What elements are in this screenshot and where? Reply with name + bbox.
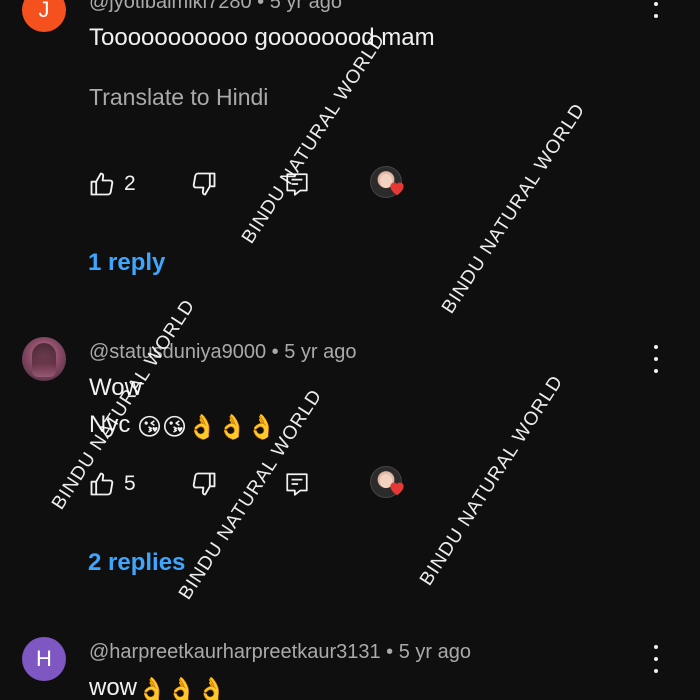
view-replies-link[interactable]: 2 replies [88,549,185,577]
ok-hand-emoji: 👌 [216,413,247,441]
avatar[interactable]: J [22,0,66,32]
more-options-icon[interactable] [648,345,664,373]
ok-hand-emoji: 👌 [137,676,167,700]
ok-hand-emoji: 👌 [196,676,227,700]
heart-icon [390,182,404,196]
watermark-text: BINDU NATURAL WORLD [238,29,390,248]
like-icon[interactable] [88,170,116,198]
comment-handle[interactable]: @jyotibalmiki7280 [89,0,252,13]
meta-separator: • [257,0,265,13]
reply-icon[interactable] [284,470,310,498]
comment-meta: @statusduniya9000 • 5 yr ago [89,341,357,364]
comment-meta: @harpreetkaurharpreetkaur3131 • 5 yr ago [89,641,471,664]
comment-age: 5 yr ago [269,0,343,13]
heart-icon [390,482,404,496]
dislike-icon[interactable] [190,170,218,198]
comment-age: 5 yr ago [284,341,357,363]
more-options-icon[interactable] [648,0,664,18]
comment-actions: 2 [88,166,418,200]
comment-meta: @jyotibalmiki7280 • 5 yr ago [89,0,342,14]
kissing-face-emoji: 😘 [162,413,188,441]
comment-text: wow [89,674,138,700]
comments-screen: J @jyotibalmiki7280 • 5 yr ago Toooooooo… [0,0,700,700]
avatar-letter: H [36,646,52,671]
comment-age: 5 yr ago [398,641,471,663]
comment-text: Tooooooooooo goooooood mam [89,24,435,51]
ok-hand-emoji: 👌 [166,676,197,700]
dislike-icon[interactable] [190,470,218,498]
comment-text: Nyc [89,411,131,438]
meta-separator: • [386,641,394,663]
watermark-text: BINDU NATURAL WORLD [416,371,568,590]
translate-link[interactable]: Translate to Hindi [89,84,268,111]
kissing-face-emoji: 😘 [137,413,163,441]
avatar-letter: J [38,0,50,22]
watermark-text: BINDU NATURAL WORLD [438,99,590,318]
creator-heart-badge [370,166,410,202]
ok-hand-emoji: 👌 [246,413,277,441]
avatar[interactable]: H [22,637,66,681]
view-replies-link[interactable]: 1 reply [88,249,165,277]
avatar[interactable] [22,337,66,381]
ok-hand-emoji: 👌 [187,413,217,441]
reply-icon[interactable] [284,170,310,198]
like-count: 2 [124,172,136,195]
comment-text: Wow [89,374,142,401]
creator-heart-badge [370,466,410,502]
comment-text-line: wow👌👌👌 [89,674,227,700]
meta-separator: • [271,341,279,363]
comment-text-line: Nyc 😘😘👌👌👌 [89,411,277,441]
comment-handle[interactable]: @statusduniya9000 [89,341,266,363]
more-options-icon[interactable] [648,645,664,673]
like-count: 5 [124,472,136,495]
comment-handle[interactable]: @harpreetkaurharpreetkaur3131 [89,641,381,663]
like-icon[interactable] [88,470,116,498]
comment-actions: 5 [88,466,418,500]
